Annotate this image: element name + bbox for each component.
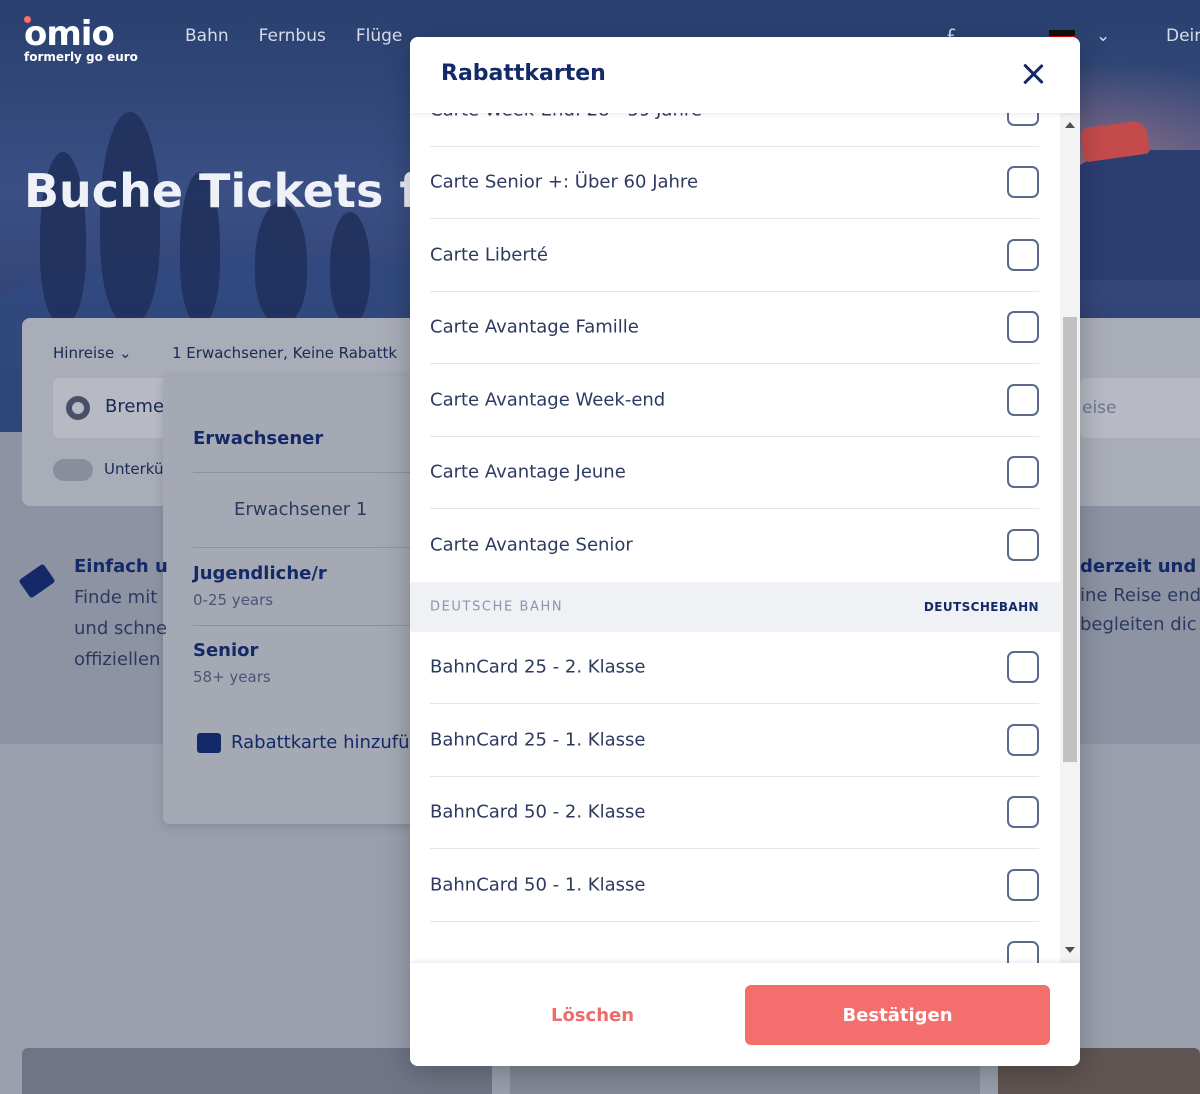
discount-card-row[interactable] bbox=[430, 922, 1039, 963]
section-header: DEUTSCHE BAHN DEUTSCHEBAHN bbox=[410, 581, 1060, 632]
modal-footer: Löschen Bestätigen bbox=[410, 963, 1080, 1066]
discount-card-checkbox[interactable] bbox=[1007, 941, 1039, 963]
youth-heading: Jugendliche/r bbox=[193, 563, 327, 584]
discount-card-label: Carte Week-End: 28 - 59 Jahre bbox=[430, 113, 702, 120]
add-discount-card-label: Rabattkarte hinzufü bbox=[231, 732, 410, 753]
youth-subtitle: 0-25 years bbox=[193, 591, 274, 609]
section-logo: DEUTSCHEBAHN bbox=[923, 599, 1039, 614]
discount-cards-modal: Rabattkarten Carte Week-End: 28 - 59 Jah… bbox=[410, 37, 1080, 1066]
adults-heading: Erwachsener bbox=[193, 428, 324, 449]
discount-card-icon bbox=[197, 732, 221, 753]
feature-left-title: Einfach u bbox=[74, 556, 168, 577]
discount-card-row[interactable]: Carte Senior +: Über 60 Jahre bbox=[430, 147, 1039, 219]
modal-header: Rabattkarten bbox=[410, 37, 1080, 113]
passenger-dropdown: Erwachsener Erwachsener 1 Jugendliche/r … bbox=[163, 376, 423, 824]
discount-card-row[interactable]: BahnCard 50 - 1. Klasse bbox=[430, 849, 1039, 922]
adult-item[interactable]: Erwachsener 1 bbox=[234, 499, 367, 520]
origin-radio-icon bbox=[66, 396, 90, 420]
discount-card-row[interactable]: Carte Avantage Senior bbox=[430, 509, 1039, 582]
divider bbox=[193, 547, 423, 548]
scroll-up-arrow-icon[interactable] bbox=[1065, 122, 1075, 128]
nav-item-bahn[interactable]: Bahn bbox=[185, 26, 229, 46]
discount-card-checkbox[interactable] bbox=[1007, 723, 1039, 756]
discount-card-label: Carte Avantage Jeune bbox=[430, 461, 626, 483]
discount-card-row[interactable]: BahnCard 50 - 2. Klasse bbox=[430, 777, 1039, 849]
close-icon[interactable] bbox=[1018, 59, 1048, 89]
feature-left-line: offiziellen bbox=[74, 649, 161, 670]
modal-title: Rabattkarten bbox=[441, 61, 606, 86]
hero-tree bbox=[255, 202, 307, 322]
accommodation-toggle-label: Unterkü bbox=[104, 460, 164, 478]
hero-tree bbox=[330, 212, 370, 322]
discount-card-list-content: Carte Week-End: 28 - 59 Jahre Carte Senio… bbox=[410, 113, 1060, 963]
discount-card-row[interactable]: Carte Avantage Famille bbox=[430, 292, 1039, 364]
discount-card-row[interactable]: BahnCard 25 - 2. Klasse bbox=[430, 632, 1039, 704]
nav-item-fernbus[interactable]: Fernbus bbox=[259, 26, 326, 46]
scroll-down-arrow-icon[interactable] bbox=[1065, 947, 1075, 953]
confirm-button[interactable]: Bestätigen bbox=[745, 985, 1050, 1045]
clear-button[interactable]: Löschen bbox=[460, 985, 725, 1045]
discount-card-label: Carte Liberté bbox=[430, 244, 548, 266]
hero-title: Buche Tickets fü bbox=[24, 164, 453, 218]
divider bbox=[193, 625, 423, 626]
omio-logo[interactable]: omio formerly go euro bbox=[24, 14, 138, 64]
feature-right-line: ine Reise ende bbox=[1080, 585, 1200, 606]
discount-card-label: BahnCard 50 - 2. Klasse bbox=[430, 801, 646, 823]
trip-type-label: Hinreise bbox=[53, 344, 115, 362]
account-link[interactable]: Dein bbox=[1166, 26, 1200, 46]
add-discount-card-button[interactable]: Rabattkarte hinzufü bbox=[197, 732, 410, 753]
return-field[interactable]: eise bbox=[1080, 378, 1200, 438]
top-nav: Bahn Fernbus Flüge bbox=[185, 26, 402, 46]
feature-right-title: derzeit und ü bbox=[1080, 556, 1200, 577]
discount-card-checkbox[interactable] bbox=[1007, 166, 1039, 199]
list-scrollbar[interactable] bbox=[1060, 113, 1080, 963]
discount-card-row[interactable]: Carte Avantage Week-end bbox=[430, 364, 1039, 437]
feature-right-line: begleiten dic bbox=[1080, 614, 1197, 635]
discount-card-label: BahnCard 50 - 1. Klasse bbox=[430, 874, 646, 896]
discount-card-label: Carte Avantage Famille bbox=[430, 316, 639, 338]
discount-card-checkbox[interactable] bbox=[1007, 456, 1039, 489]
accommodation-toggle[interactable] bbox=[53, 459, 93, 481]
discount-card-label: BahnCard 25 - 1. Klasse bbox=[430, 729, 646, 751]
logo-subtitle: formerly go euro bbox=[24, 50, 138, 64]
discount-card-row[interactable]: Carte Liberté bbox=[430, 219, 1039, 292]
senior-subtitle: 58+ years bbox=[193, 668, 271, 686]
senior-heading: Senior bbox=[193, 640, 259, 661]
discount-card-checkbox[interactable] bbox=[1007, 651, 1039, 684]
discount-card-label: Carte Avantage Senior bbox=[430, 534, 633, 556]
discount-card-label: BahnCard 25 - 2. Klasse bbox=[430, 656, 646, 678]
feature-left-line: Finde mit bbox=[74, 587, 158, 608]
trip-type-select[interactable]: Hinreise ⌄ bbox=[53, 344, 132, 362]
discount-card-row[interactable]: Carte Week-End: 28 - 59 Jahre bbox=[430, 113, 1039, 147]
discount-card-checkbox[interactable] bbox=[1007, 311, 1039, 344]
feature-left-line: und schne bbox=[74, 618, 168, 639]
discount-card-checkbox[interactable] bbox=[1007, 113, 1039, 126]
discount-card-row[interactable]: BahnCard 25 - 1. Klasse bbox=[430, 704, 1039, 777]
discount-card-checkbox[interactable] bbox=[1007, 238, 1039, 271]
return-placeholder: eise bbox=[1082, 398, 1117, 418]
logo-dot bbox=[24, 16, 31, 23]
scrollbar-thumb[interactable] bbox=[1063, 317, 1077, 762]
discount-card-checkbox[interactable] bbox=[1007, 868, 1039, 901]
divider bbox=[193, 472, 423, 473]
discount-card-checkbox[interactable] bbox=[1007, 796, 1039, 829]
discount-card-checkbox[interactable] bbox=[1007, 383, 1039, 416]
discount-card-label: Carte Senior +: Über 60 Jahre bbox=[430, 171, 699, 193]
logo-mark: omio bbox=[24, 14, 115, 54]
section-name: DEUTSCHE BAHN bbox=[430, 599, 564, 614]
language-chevron-icon[interactable]: ⌄ bbox=[1096, 26, 1110, 46]
discount-card-list[interactable]: Carte Week-End: 28 - 59 Jahre Carte Senio… bbox=[410, 113, 1080, 963]
discount-card-row[interactable]: Carte Avantage Jeune bbox=[430, 437, 1039, 509]
feature-right: derzeit und ü ine Reise ende begleiten d… bbox=[1080, 556, 1200, 635]
from-value: Breme bbox=[105, 396, 165, 417]
discount-card-label: Carte Avantage Week-end bbox=[430, 389, 666, 411]
discount-card-checkbox[interactable] bbox=[1007, 529, 1039, 562]
nav-item-fluege[interactable]: Flüge bbox=[356, 26, 403, 46]
passenger-select[interactable]: 1 Erwachsener, Keine Rabattk bbox=[172, 344, 397, 362]
